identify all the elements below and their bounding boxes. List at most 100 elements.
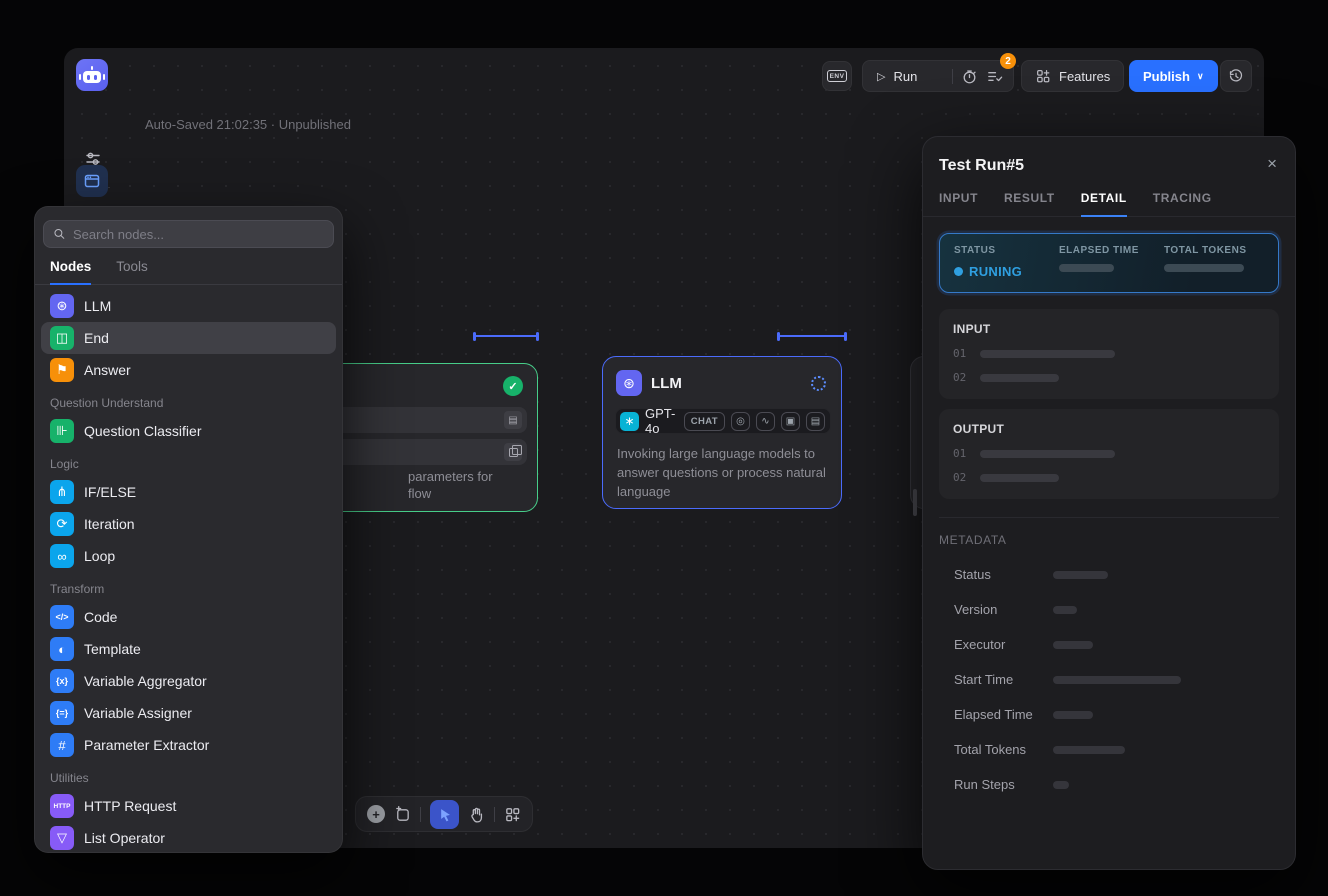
node-item-variable-aggregator[interactable]: {x} Variable Aggregator — [41, 665, 336, 697]
section-transform: Transform — [50, 582, 327, 596]
row-number: 02 — [953, 471, 966, 484]
publish-button[interactable]: Publish ∨ — [1129, 60, 1218, 92]
search-input[interactable] — [73, 227, 324, 242]
end-icon: ◫ — [50, 326, 74, 350]
test-run-tabs: INPUT RESULT DETAIL TRACING — [923, 191, 1295, 217]
tab-tracing[interactable]: TRACING — [1153, 191, 1212, 216]
run-history-stopwatch-icon[interactable] — [961, 68, 978, 85]
success-check-icon: ✓ — [503, 376, 523, 396]
cursor-icon — [437, 807, 452, 822]
running-spinner-icon — [811, 376, 826, 391]
section-question-understand: Question Understand — [50, 396, 327, 410]
elapsed-time-placeholder — [1059, 264, 1114, 272]
total-tokens-placeholder — [1164, 264, 1244, 272]
node-item-parameter-extractor[interactable]: # Parameter Extractor — [41, 729, 336, 761]
canvas-control-toolbar: + — [355, 796, 533, 832]
question-classifier-icon: ⊪ — [50, 419, 74, 443]
node-item-template[interactable]: ◐ Template — [41, 633, 336, 665]
node-search-panel: Nodes Tools ⊛ LLM ◫ End ⚑ Answer Questio… — [34, 206, 343, 853]
node-item-list-operator[interactable]: ▽ List Operator — [41, 822, 336, 853]
tab-input[interactable]: INPUT — [939, 191, 978, 216]
llm-icon: ⊛ — [50, 294, 74, 318]
divider — [420, 807, 421, 822]
node-item-if-else[interactable]: ⋔ IF/ELSE — [41, 476, 336, 508]
variable-assigner-icon: {=} — [50, 701, 74, 725]
paragraph-icon: ▤ — [504, 411, 522, 429]
version-history-button[interactable] — [1220, 60, 1252, 92]
vision-capability-icon: ◎ — [731, 412, 750, 431]
metadata-placeholder — [1053, 606, 1077, 614]
branch-icon: ⋔ — [50, 480, 74, 504]
play-icon: ▷ — [877, 70, 885, 83]
row-number: 01 — [953, 347, 966, 360]
start-field-row[interactable]: ▤ — [315, 407, 527, 433]
section-logic: Logic — [50, 457, 327, 471]
parameter-extractor-icon: # — [50, 733, 74, 757]
node-item-code[interactable]: </> Code — [41, 601, 336, 633]
node-item-variable-assigner[interactable]: {=} Variable Assigner — [41, 697, 336, 729]
node-item-end[interactable]: ◫ End — [41, 322, 336, 354]
start-node-description: parameters for — [408, 469, 493, 484]
organize-nodes-button[interactable] — [504, 806, 521, 823]
node-item-loop[interactable]: ∞ Loop — [41, 540, 336, 572]
metadata-label: Version — [954, 602, 1053, 617]
metadata-placeholder — [1053, 641, 1093, 649]
app-logo-robot-icon[interactable] — [76, 59, 108, 91]
add-note-button[interactable] — [394, 806, 411, 823]
value-placeholder — [980, 450, 1115, 458]
running-status-dot — [954, 267, 963, 276]
answer-flag-icon: ⚑ — [50, 358, 74, 382]
value-placeholder — [980, 350, 1115, 358]
node-item-iteration[interactable]: ⟳ Iteration — [41, 508, 336, 540]
model-selector[interactable]: ∗ GPT-4o CHAT ◎ ∿ ▣ ▤ — [615, 408, 831, 434]
run-button-group: ▷ Run — [862, 60, 1014, 92]
node-item-answer[interactable]: ⚑ Answer — [41, 354, 336, 386]
running-status-text: RUNING — [969, 264, 1022, 279]
http-icon: HTTP — [50, 794, 74, 818]
divider — [939, 517, 1279, 518]
node-item-question-classifier[interactable]: ⊪ Question Classifier — [41, 415, 336, 447]
history-clock-icon — [1228, 68, 1244, 84]
metadata-label: Elapsed Time — [954, 707, 1053, 722]
chevron-down-icon: ∨ — [1197, 71, 1204, 82]
start-field-row[interactable] — [315, 439, 527, 465]
llm-node[interactable]: ⊛ LLM ∗ GPT-4o CHAT ◎ ∿ ▣ ▤ Invoking lar… — [602, 356, 842, 509]
llm-node-icon: ⊛ — [616, 370, 642, 396]
hand-tool-button[interactable] — [468, 806, 485, 823]
checklist-icon[interactable] — [986, 68, 1003, 85]
tab-result[interactable]: RESULT — [1004, 191, 1055, 216]
add-node-button[interactable]: + — [367, 805, 385, 823]
node-list: ⊛ LLM ◫ End ⚑ Answer Question Understand… — [35, 285, 342, 853]
notification-badge: 2 — [1000, 53, 1016, 69]
node-search-box[interactable] — [43, 220, 334, 248]
input-card: INPUT 01 02 — [939, 309, 1279, 399]
features-button[interactable]: Features — [1021, 60, 1124, 92]
publish-label: Publish — [1143, 69, 1190, 84]
tab-tools[interactable]: Tools — [116, 259, 148, 284]
node-item-llm[interactable]: ⊛ LLM — [41, 290, 336, 322]
canvas-scrollbar-handle[interactable] — [913, 489, 917, 516]
tab-nodes[interactable]: Nodes — [50, 259, 91, 285]
metadata-placeholder — [1053, 781, 1069, 789]
pointer-tool-button[interactable] — [430, 800, 459, 829]
close-icon[interactable]: × — [1267, 155, 1277, 172]
metadata-placeholder — [1053, 571, 1108, 579]
node-item-http-request[interactable]: HTTP HTTP Request — [41, 790, 336, 822]
app-preview-button[interactable] — [76, 165, 108, 197]
output-card-title: OUTPUT — [953, 422, 1265, 436]
env-variables-button[interactable]: ENV — [822, 61, 852, 91]
section-utilities: Utilities — [50, 771, 327, 785]
iteration-cycle-icon: ⟳ — [50, 512, 74, 536]
edge-llm-to-end — [778, 335, 846, 337]
openai-model-icon: ∗ — [620, 412, 639, 431]
elapsed-time-label: ELAPSED TIME — [1059, 245, 1164, 256]
metadata-label: Start Time — [954, 672, 1053, 687]
node-panel-tabs: Nodes Tools — [35, 259, 342, 285]
run-button[interactable]: Run — [893, 69, 917, 84]
list-filter-icon: ▽ — [50, 826, 74, 850]
copy-icon — [504, 443, 522, 461]
metadata-title: METADATA — [939, 533, 1279, 547]
tab-detail[interactable]: DETAIL — [1081, 191, 1127, 217]
metadata-label: Total Tokens — [954, 742, 1053, 757]
image-capability-icon: ▣ — [781, 412, 800, 431]
